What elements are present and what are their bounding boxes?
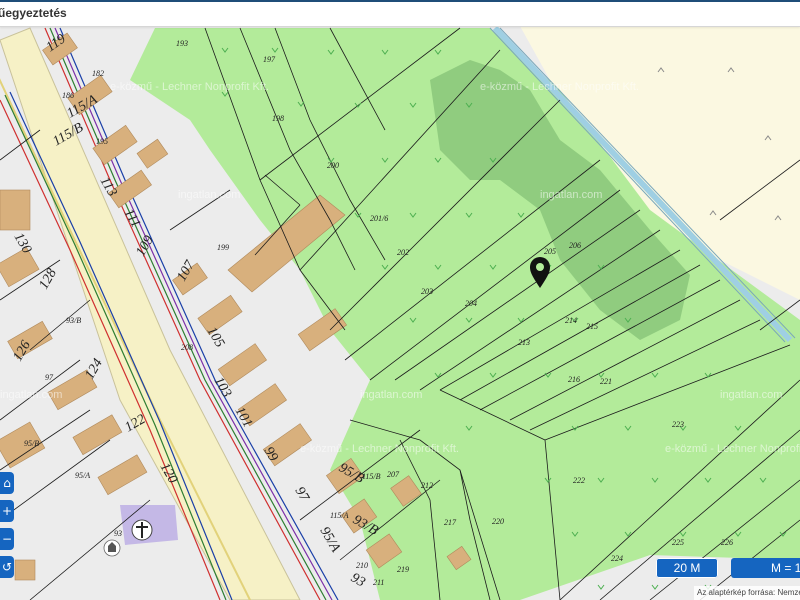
parcel-label: 95/B (24, 439, 39, 448)
parcel-label: 224 (611, 554, 623, 563)
watermark: ingatlan.com (540, 189, 602, 201)
parcel-label: 214 (565, 316, 577, 325)
zoom-in-button[interactable]: + (0, 500, 14, 522)
page-title: űegyeztetés (0, 6, 67, 20)
home-button[interactable]: ⌂ (0, 472, 14, 494)
parcel-label: 225 (672, 538, 684, 547)
parcel-label: 97 (45, 373, 54, 382)
parcel-label: 93 (114, 529, 122, 538)
top-bar: űegyeztetés (0, 0, 800, 27)
zoom-in-icon: + (1, 504, 13, 518)
parcel-label: 213 (518, 338, 530, 347)
parcel-label: 206 (569, 241, 581, 250)
parcel-label: 222 (573, 476, 585, 485)
parcel-label: 182 (92, 69, 104, 78)
watermark: ingatlan.com (720, 389, 782, 401)
parcel-label: 186 (62, 91, 74, 100)
watermark: e-közmű - Lechner Nonprofit Kft. (110, 81, 269, 93)
parcel-label: 199 (217, 243, 229, 252)
parcel-label: 207 (387, 470, 400, 479)
parcel-label: 201/6 (370, 214, 388, 223)
parcel-label: 219 (397, 565, 409, 574)
watermark: ingatlan.com (0, 389, 62, 401)
top-accent (0, 0, 800, 2)
parcel-label: 223 (672, 420, 684, 429)
parcel-label: 217 (444, 518, 457, 527)
parcel-label: 95/A (75, 471, 90, 480)
parcel-label: 200 (327, 161, 339, 170)
parcel-label: 216 (568, 375, 580, 384)
back-button[interactable]: ↺ (0, 556, 14, 578)
parcel-label: 203 (421, 287, 433, 296)
parcel-label: 115/A (330, 511, 349, 520)
parcel-label: 197 (263, 55, 276, 64)
map-view[interactable]: ingatlan.com ingatlan.com ingatlan.com i… (0, 26, 800, 600)
watermark: e-közmű - Lechner Nonprofit Kft. (300, 443, 459, 455)
parcel-label: 205 (544, 247, 556, 256)
scale-bar: 20 M (656, 558, 718, 578)
scale-ratio: M = 1 : (731, 558, 800, 578)
parcel-label: 211 (373, 578, 384, 587)
parcel-label: 193 (176, 39, 188, 48)
parcel-label: 198 (272, 114, 284, 123)
parcel-label: 202 (397, 248, 409, 257)
watermark: ingatlan.com (360, 389, 422, 401)
zoom-out-icon: − (1, 532, 13, 546)
watermark: ingatlan.com (178, 189, 240, 201)
parcel-label: 208 (181, 343, 193, 352)
parcel-label: 212 (421, 481, 433, 490)
parcel-label: 215 (586, 322, 598, 331)
back-icon: ↺ (1, 560, 13, 574)
home-icon: ⌂ (3, 476, 11, 490)
parcel-label: 195 (96, 137, 108, 146)
map-canvas[interactable]: ingatlan.com ingatlan.com ingatlan.com i… (0, 26, 800, 600)
parcel-label: 221 (600, 377, 612, 386)
watermark: e-közmű - Lechner Nonprofit Kft. (480, 81, 639, 93)
map-attribution: Az alaptérkép forrása: Nemzet (694, 586, 800, 600)
parcel-label: 204 (465, 299, 477, 308)
parcel-label: 220 (492, 517, 504, 526)
parcel-label: 93/B (66, 316, 81, 325)
watermark: e-közmű - Lechner Nonprofit Kft. (665, 443, 800, 455)
parcel-label: 210 (356, 561, 368, 570)
zoom-out-button[interactable]: − (0, 528, 14, 550)
parcel-label: 226 (721, 538, 733, 547)
